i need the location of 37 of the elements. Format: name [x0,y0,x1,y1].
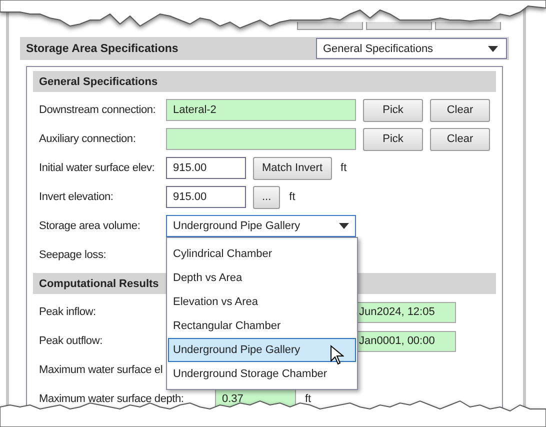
field-label: Storage area volume: [39,220,142,232]
action-button[interactable]: Clear [430,128,490,150]
dropdown-option[interactable]: Underground Storage Chamber [168,362,356,386]
action-button[interactable]: Pick [363,128,423,150]
field-label: Initial water surface elev: [39,162,156,174]
dropdown-arrow-icon [488,46,498,52]
view-select[interactable]: General Specifications [316,38,507,59]
dropdown-option[interactable]: Depth vs Area [168,266,356,290]
elevation-field[interactable]: 915.00 [166,157,246,179]
connection-field[interactable] [166,128,356,150]
action-button[interactable]: Match Invert [253,156,332,180]
section-title: General Specifications [39,76,158,88]
connection-field[interactable]: Lateral-2 [166,99,356,121]
dropdown-option[interactable]: Cylindrical Chamber [168,242,356,266]
dropdown-option[interactable]: Underground Pipe Gallery [168,338,356,362]
action-button[interactable]: ... [253,186,280,208]
field-label: Peak outflow: [39,335,104,347]
field-label: Seepage loss: [39,249,108,261]
section-title: Computational Results [39,278,159,290]
dropdown-arrow-icon [339,223,349,229]
field-label: Downstream connection: [39,104,157,116]
unit-label: ft [340,162,347,174]
field-label: Auxiliary connection: [39,133,137,145]
action-button[interactable]: Pick [363,98,423,122]
mouse-pointer-icon [330,345,344,365]
toolbar-button[interactable] [366,22,432,30]
unit-label: ft [289,191,296,203]
field-label: Invert elevation: [39,191,114,203]
elevation-field[interactable]: 915.00 [166,186,246,208]
volume-select[interactable]: Underground Pipe Gallery [166,215,356,237]
toolbar-button[interactable] [297,22,363,30]
field-label: Maximum water surface depth: [39,393,185,405]
field-label: Peak inflow: [39,306,97,318]
unit-label: ft [305,393,312,405]
action-button[interactable]: Clear [430,98,490,122]
toolbar-button[interactable] [435,22,501,30]
panel-title: Storage Area Specifications [26,42,178,54]
